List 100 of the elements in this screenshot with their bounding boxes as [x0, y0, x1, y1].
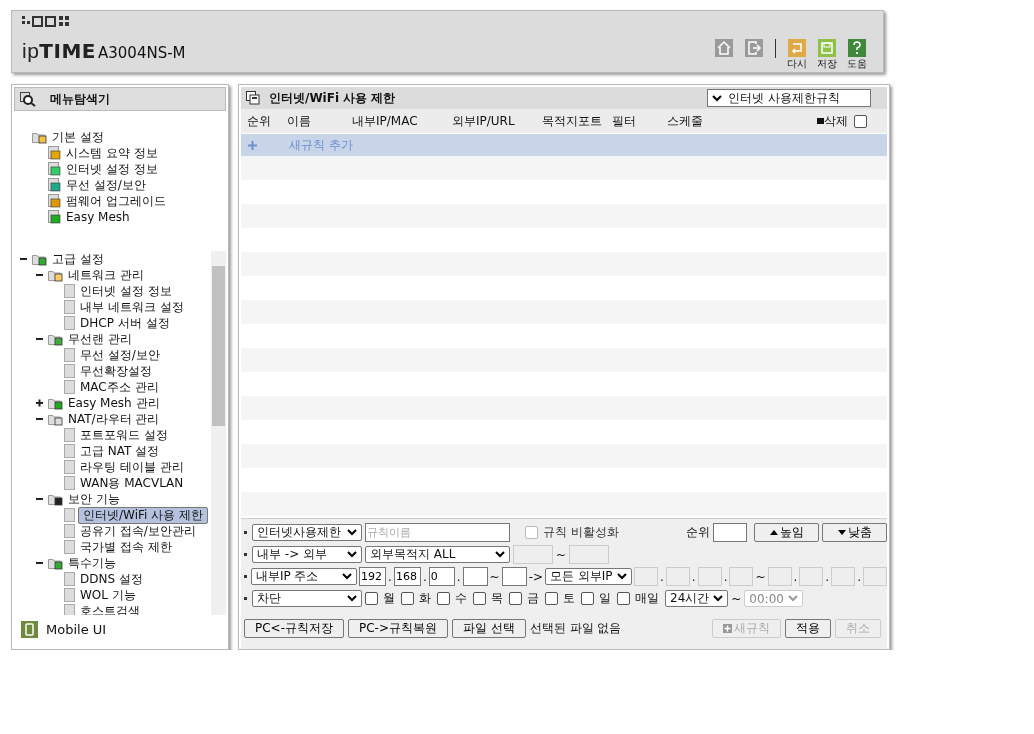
checkbox[interactable] [509, 592, 522, 605]
collapse-icon[interactable] [36, 271, 43, 279]
menu-item[interactable]: 인터넷/WiFi 사용 제한 [78, 506, 208, 524]
checkbox-label: 매일 [635, 590, 659, 607]
scrollbar[interactable] [211, 251, 226, 615]
checkbox[interactable] [401, 592, 414, 605]
menu-item[interactable]: 무선 설정/보안 [64, 177, 148, 193]
button[interactable]: 적용 [785, 619, 831, 638]
menu-item[interactable]: Easy Mesh 관리 [66, 395, 162, 411]
menu-item[interactable]: 기본 설정 [50, 129, 106, 145]
folder-icon [48, 332, 63, 346]
page-icon [64, 604, 75, 615]
menu-item[interactable]: NAT/라우터 관리 [66, 411, 162, 427]
page-icon [64, 380, 75, 394]
page-title: 인터넷/WiFi 사용 제한 [269, 89, 396, 107]
button[interactable]: 높임 [754, 523, 819, 542]
checkbox[interactable] [473, 592, 486, 605]
toolbar-button[interactable]: 다시 [785, 35, 809, 70]
menu-item[interactable]: MAC주소 관리 [78, 379, 161, 395]
toolbar-button[interactable]: 도움 [845, 35, 869, 70]
menu-item[interactable]: 내부 네트워크 설정 [78, 299, 186, 315]
home-icon[interactable] [715, 39, 733, 57]
checkbox-label: 목 [491, 590, 503, 607]
column-header: 스케줄 [667, 112, 704, 130]
button[interactable]: PC<-규칙저장 [244, 619, 344, 638]
folder-icon [48, 268, 63, 282]
column-header: 목적지포트 [542, 112, 603, 130]
select-all-checkbox[interactable] [854, 114, 867, 128]
menu-item[interactable]: 인터넷 설정 정보 [64, 161, 160, 177]
collapse-icon[interactable] [36, 559, 43, 567]
caret-icon [616, 573, 627, 580]
column-header: 이름 [287, 112, 312, 130]
form-label: . [723, 569, 728, 584]
menu-item[interactable]: WOL 기능 [78, 587, 138, 603]
menu-item[interactable]: 국가별 접속 제한 [78, 539, 174, 555]
menu-item[interactable]: 무선랜 관리 [66, 331, 134, 347]
button[interactable]: PC->규칙복원 [348, 619, 448, 638]
form-label: ~ [556, 547, 567, 562]
checkbox[interactable] [365, 592, 378, 605]
dropdown[interactable]: 모든 외부IP [545, 568, 632, 585]
menu-item[interactable]: 포트포워드 설정 [78, 427, 170, 443]
menu-item[interactable]: WAN용 MACVLAN [78, 475, 186, 491]
caret-icon [787, 595, 798, 602]
menu-item[interactable]: 고급 설정 [50, 251, 106, 267]
collapse-icon[interactable] [36, 415, 43, 423]
page-icon [64, 316, 75, 330]
input-field[interactable]: 192 [359, 567, 387, 586]
return-icon [788, 39, 806, 57]
checkbox[interactable] [617, 592, 630, 605]
menu-item[interactable]: 공유기 접속/보안관리 [78, 523, 198, 539]
dropdown[interactable]: 외부목적지 ALL [365, 546, 510, 563]
input-field[interactable]: 168 [393, 567, 421, 586]
menu-item[interactable]: 무선확장설정 [78, 363, 154, 379]
menu-item[interactable]: DDNS 설정 [78, 571, 145, 587]
dropdown[interactable]: 인터넷사용제한 [252, 524, 362, 541]
menu-item[interactable]: 인터넷 설정 정보 [78, 283, 174, 299]
menu-item[interactable]: 특수기능 [66, 555, 118, 571]
logout-icon[interactable] [745, 39, 763, 57]
menu-item[interactable]: 무선 설정/보안 [78, 347, 162, 363]
dropdown[interactable]: 차단 [252, 590, 362, 607]
menu-item[interactable]: DHCP 서버 설정 [78, 315, 172, 331]
input-field[interactable] [501, 567, 527, 586]
menu-item[interactable]: 펌웨어 업그레이드 [64, 193, 168, 209]
rule-type-dropdown[interactable]: 인터넷 사용제한규칙 [707, 89, 871, 107]
column-header: 삭제 [824, 112, 848, 130]
menu-item[interactable]: 시스템 요약 정보 [64, 145, 160, 161]
input-field[interactable] [462, 567, 488, 586]
button[interactable]: 낮춤 [822, 523, 887, 542]
expand-icon[interactable] [36, 399, 43, 407]
phone-icon [21, 621, 38, 638]
toolbar-button[interactable]: 저장 [815, 35, 839, 70]
dropdown[interactable]: 내부 -> 외부 [252, 546, 362, 563]
menu-item[interactable]: 고급 NAT 설정 [78, 443, 162, 459]
bullet-icon [244, 531, 247, 534]
checkbox[interactable] [581, 592, 594, 605]
collapse-icon[interactable] [36, 335, 43, 343]
menu-item[interactable]: 보안 기능 [66, 491, 122, 507]
button[interactable]: 파일 선택 [452, 619, 526, 638]
collapse-icon[interactable] [20, 255, 27, 263]
dropdown[interactable]: 내부IP 주소 [250, 568, 358, 585]
form-label: 선택된 파일 없음 [529, 620, 622, 637]
form-label: . [691, 569, 696, 584]
menu-item[interactable]: 라우팅 테이블 관리 [78, 459, 186, 475]
form-label: . [825, 569, 830, 584]
checkbox-label: 화 [419, 590, 431, 607]
menu-item[interactable]: Easy Mesh [64, 209, 132, 225]
plus-icon [248, 140, 257, 150]
checkbox[interactable] [437, 592, 450, 605]
collapse-icon[interactable] [36, 495, 43, 503]
dropdown[interactable]: 24시간 [665, 590, 729, 607]
input-field[interactable] [713, 523, 747, 542]
input-field[interactable]: 규칙이름 [365, 523, 510, 542]
sidebar-title: 메뉴탐색기 [50, 90, 110, 108]
folder-icon [48, 556, 63, 570]
checkbox[interactable] [545, 592, 558, 605]
caret-icon [347, 529, 357, 536]
mobile-ui-link[interactable]: Mobile UI [46, 622, 107, 637]
menu-item[interactable]: 네트워크 관리 [66, 267, 146, 283]
input-field[interactable]: 0 [428, 567, 455, 586]
folder-icon [48, 396, 63, 410]
